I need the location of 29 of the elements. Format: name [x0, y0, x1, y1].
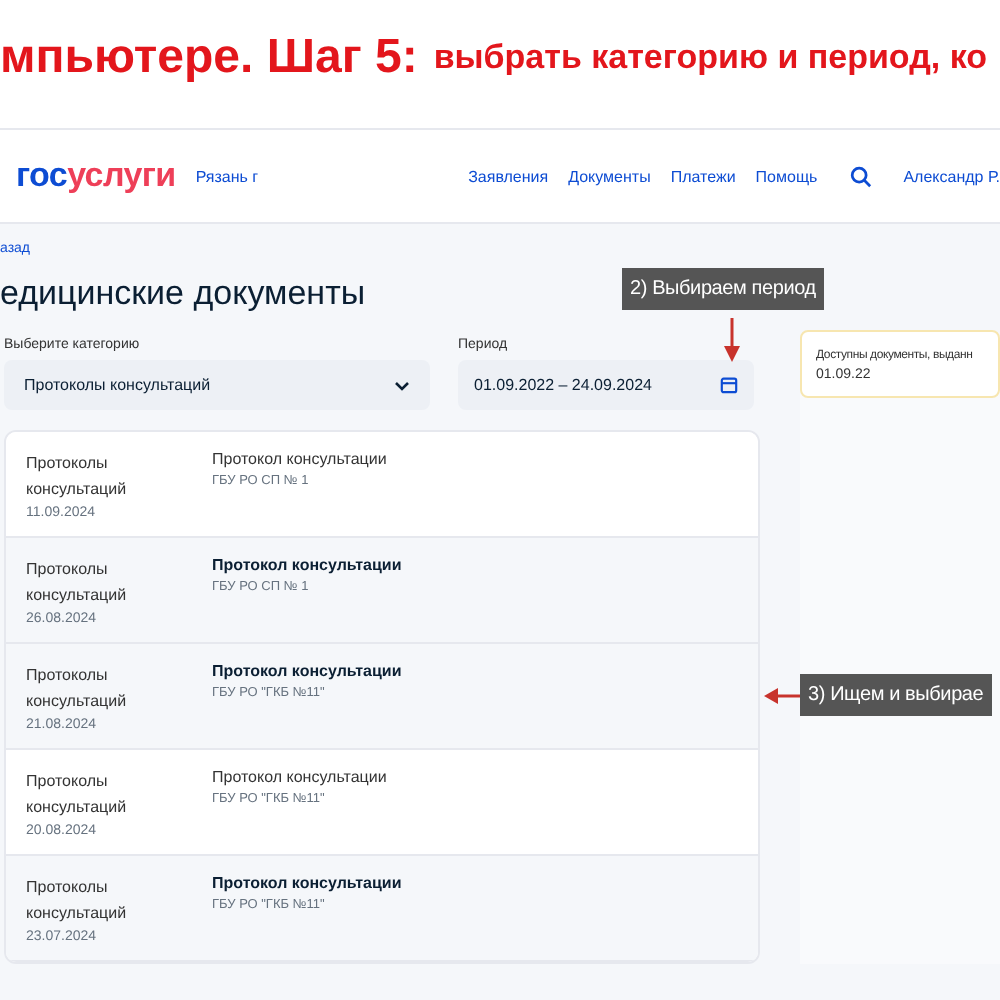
- document-title: Протокол консультации: [212, 450, 387, 468]
- category-select[interactable]: Протоколы консультаций: [4, 360, 430, 410]
- document-category: Протоколы консультаций: [26, 664, 129, 714]
- document-category: Протоколы консультаций: [26, 876, 129, 926]
- document-title: Протокол консультации: [212, 768, 387, 786]
- region-link[interactable]: Рязань г: [195, 167, 259, 185]
- search-icon[interactable]: [849, 165, 872, 187]
- chevron-icon: [394, 379, 410, 391]
- document-category: Протоколы консультаций: [26, 452, 129, 502]
- nav-link[interactable]: Платежи: [670, 167, 736, 185]
- slide-title: мпьютере. Шаг 5:: [0, 30, 418, 86]
- user-name[interactable]: Александр Р.: [903, 167, 1000, 185]
- nav-link[interactable]: Заявления: [468, 167, 549, 185]
- period-field[interactable]: 01.09.2022 – 24.09.2024: [458, 360, 754, 410]
- callout-arrow: [724, 318, 740, 362]
- page-heading: едицинские документы: [0, 274, 366, 314]
- nav-link[interactable]: Документы: [568, 167, 651, 185]
- callout-label: 2) Выбираем период: [622, 268, 824, 310]
- callout-arrow: [764, 688, 800, 704]
- document-title: Протокол консультации: [212, 874, 402, 892]
- slide-subtitle: выбрать категорию и период, ко: [433, 38, 987, 78]
- site-logo[interactable]: госуслуги: [16, 156, 176, 196]
- document-category: Протоколы консультаций: [26, 770, 129, 820]
- document-category: Протоколы консультаций: [26, 558, 129, 608]
- nav-link[interactable]: Помощь: [755, 167, 818, 185]
- calendar-icon: [720, 376, 738, 394]
- document-title: Протокол консультации: [212, 556, 402, 574]
- callout-label: 3) Ищем и выбирае: [800, 674, 992, 716]
- document-title: Протокол консультации: [212, 662, 402, 680]
